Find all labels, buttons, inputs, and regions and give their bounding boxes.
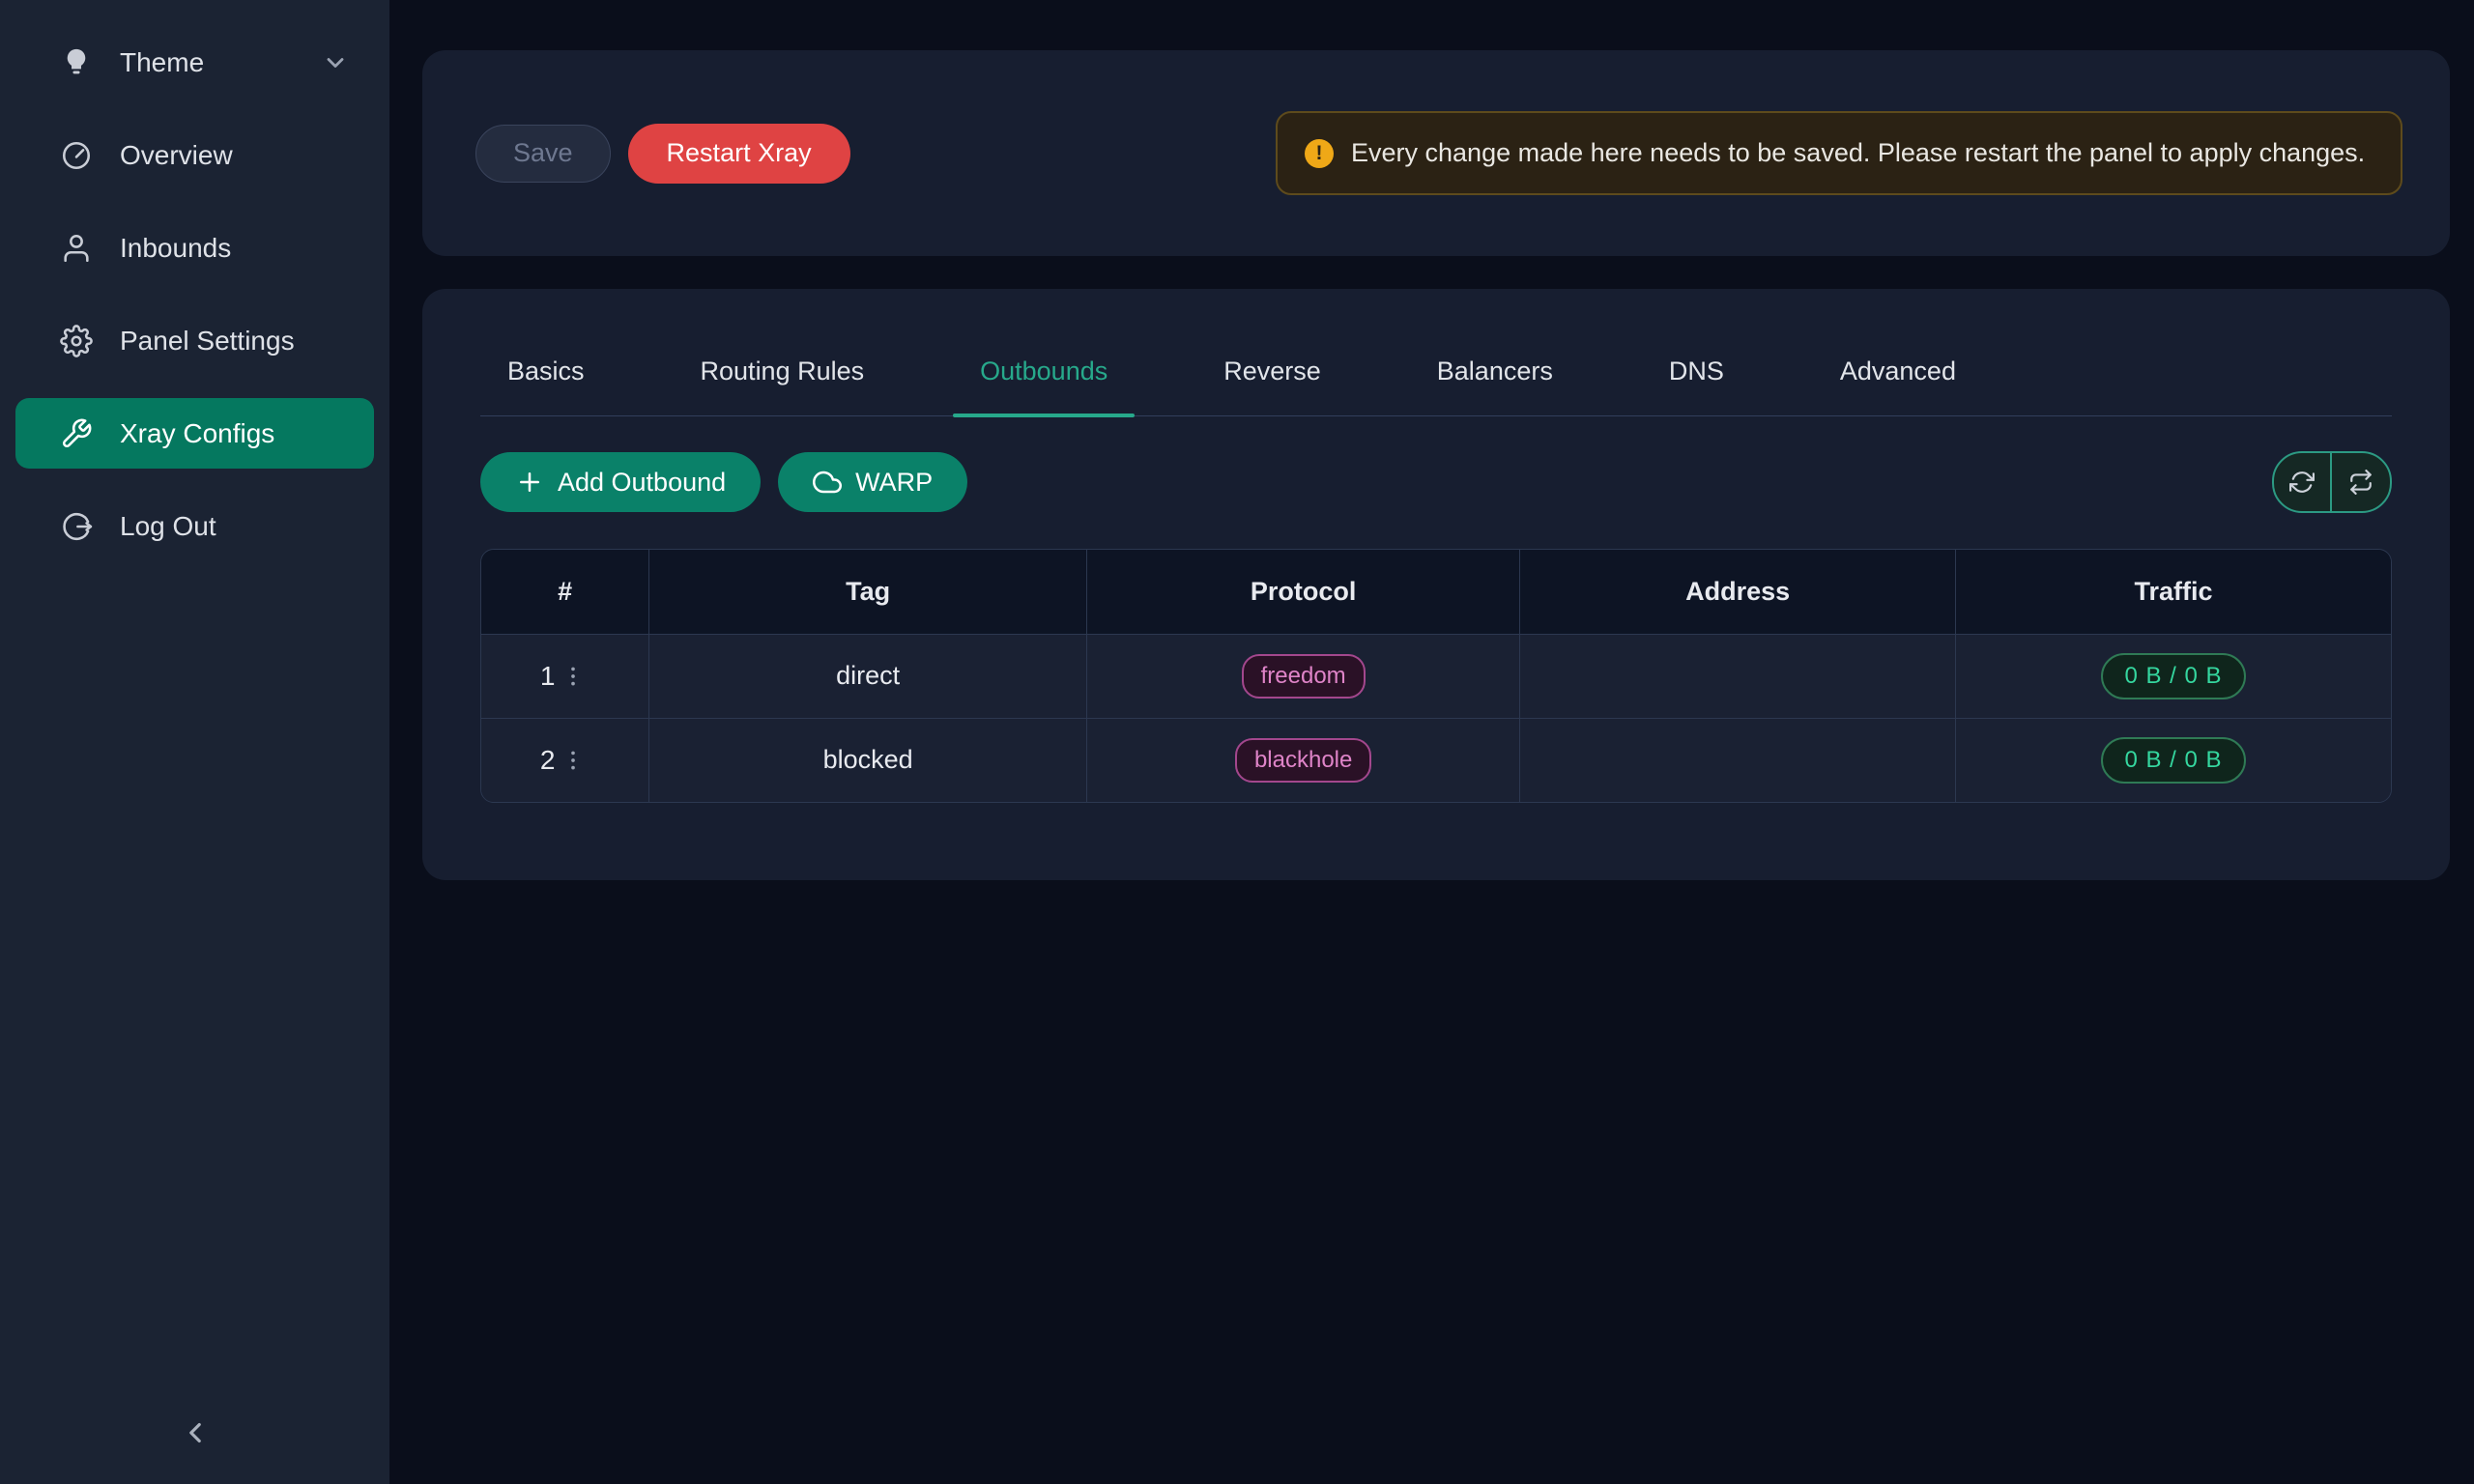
warp-label: WARP — [855, 468, 933, 498]
table-header-row: # Tag Protocol Address Traffic — [481, 550, 2391, 634]
sidebar-item-xray-configs[interactable]: Xray Configs — [15, 398, 374, 469]
save-button[interactable]: Save — [475, 125, 611, 183]
protocol-badge: blackhole — [1235, 738, 1371, 783]
cell-tag: direct — [649, 634, 1087, 718]
protocol-badge: freedom — [1242, 654, 1366, 699]
col-header-index: # — [481, 550, 649, 634]
sidebar-collapse-button[interactable] — [169, 1407, 221, 1459]
sidebar-item-label: Overview — [120, 140, 233, 171]
outbounds-toolbar: Add Outbound WARP — [480, 451, 2392, 513]
config-tabs: Basics Routing Rules Outbounds Reverse B… — [480, 357, 2392, 416]
cell-protocol: freedom — [1086, 634, 1520, 718]
add-outbound-button[interactable]: Add Outbound — [480, 452, 761, 512]
repeat-icon — [2348, 470, 2373, 495]
sidebar-item-inbounds[interactable]: Inbounds — [15, 213, 374, 283]
repeat-button[interactable] — [2332, 453, 2390, 511]
cell-traffic: 0 B / 0 B — [1955, 634, 2391, 718]
outbounds-table: # Tag Protocol Address Traffic 1 — [480, 549, 2392, 803]
refresh-button-group — [2272, 451, 2392, 513]
sidebar-item-label: Inbounds — [120, 233, 231, 264]
tab-routing-rules[interactable]: Routing Rules — [674, 357, 892, 415]
lightbulb-icon — [60, 46, 93, 79]
gear-icon — [60, 325, 93, 357]
sidebar: Theme Overview Inbounds — [0, 0, 389, 1484]
cell-address — [1520, 634, 1956, 718]
xray-config-card: Basics Routing Rules Outbounds Reverse B… — [422, 289, 2450, 880]
tab-reverse[interactable]: Reverse — [1196, 357, 1348, 415]
row-number: 2 — [540, 745, 556, 776]
main-content: Save Restart Xray ! Every change made he… — [389, 0, 2474, 1484]
cell-tag: blocked — [649, 718, 1087, 802]
warning-alert-text: Every change made here needs to be saved… — [1351, 132, 2365, 174]
gauge-icon — [60, 139, 93, 172]
row-menu-button[interactable] — [557, 744, 590, 777]
chevron-down-icon — [322, 49, 349, 76]
tab-dns[interactable]: DNS — [1642, 357, 1751, 415]
tab-basics[interactable]: Basics — [480, 357, 612, 415]
warning-icon: ! — [1305, 139, 1334, 168]
warp-button[interactable]: WARP — [778, 452, 967, 512]
traffic-badge: 0 B / 0 B — [2101, 653, 2245, 699]
traffic-badge: 0 B / 0 B — [2101, 737, 2245, 784]
action-buttons: Save Restart Xray — [475, 124, 850, 184]
cell-index: 1 — [481, 634, 649, 718]
row-menu-button[interactable] — [557, 660, 590, 693]
tab-advanced[interactable]: Advanced — [1813, 357, 1983, 415]
sidebar-item-panel-settings[interactable]: Panel Settings — [15, 305, 374, 376]
warning-alert: ! Every change made here needs to be sav… — [1276, 111, 2402, 195]
sidebar-item-log-out[interactable]: Log Out — [15, 491, 374, 561]
cell-index: 2 — [481, 718, 649, 802]
sidebar-item-overview[interactable]: Overview — [15, 120, 374, 190]
wrench-icon — [60, 417, 93, 450]
sync-icon — [2289, 470, 2315, 495]
col-header-protocol: Protocol — [1086, 550, 1520, 634]
sidebar-item-label: Panel Settings — [120, 326, 295, 357]
plus-icon — [515, 468, 544, 497]
theme-label: Theme — [120, 47, 204, 78]
col-header-tag: Tag — [649, 550, 1087, 634]
sidebar-item-label: Xray Configs — [120, 418, 274, 449]
save-restart-card: Save Restart Xray ! Every change made he… — [422, 50, 2450, 256]
col-header-traffic: Traffic — [1955, 550, 2391, 634]
add-outbound-label: Add Outbound — [558, 468, 726, 498]
tab-outbounds[interactable]: Outbounds — [953, 357, 1135, 415]
cloud-icon — [813, 468, 842, 497]
cell-traffic: 0 B / 0 B — [1955, 718, 2391, 802]
table-row: 1 direct — [481, 634, 2391, 718]
col-header-address: Address — [1520, 550, 1956, 634]
row-number: 1 — [540, 661, 556, 692]
chevron-left-icon — [179, 1416, 212, 1449]
refresh-button[interactable] — [2274, 453, 2332, 511]
table-row: 2 blocked — [481, 718, 2391, 802]
cell-address — [1520, 718, 1956, 802]
cell-protocol: blackhole — [1086, 718, 1520, 802]
user-icon — [60, 232, 93, 265]
restart-xray-button[interactable]: Restart Xray — [628, 124, 850, 184]
more-vertical-icon — [561, 748, 586, 773]
more-vertical-icon — [561, 664, 586, 689]
tab-balancers[interactable]: Balancers — [1410, 357, 1580, 415]
theme-toggle[interactable]: Theme — [15, 27, 374, 98]
sidebar-item-label: Log Out — [120, 511, 216, 542]
logout-icon — [60, 510, 93, 543]
